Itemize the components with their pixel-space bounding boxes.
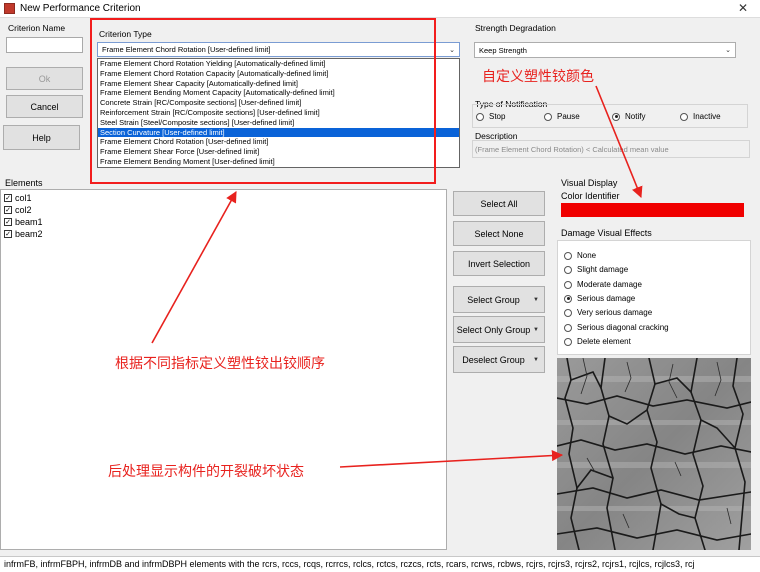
arrow-to-color-swatch <box>595 85 643 199</box>
annotation-arrows <box>151 85 643 468</box>
arrow-to-damage-preview <box>339 449 564 468</box>
arrow-to-criterion-type <box>151 191 237 344</box>
status-bar: infrmFB, infrmFBPH, infrmDB and infrmDBP… <box>0 556 760 572</box>
